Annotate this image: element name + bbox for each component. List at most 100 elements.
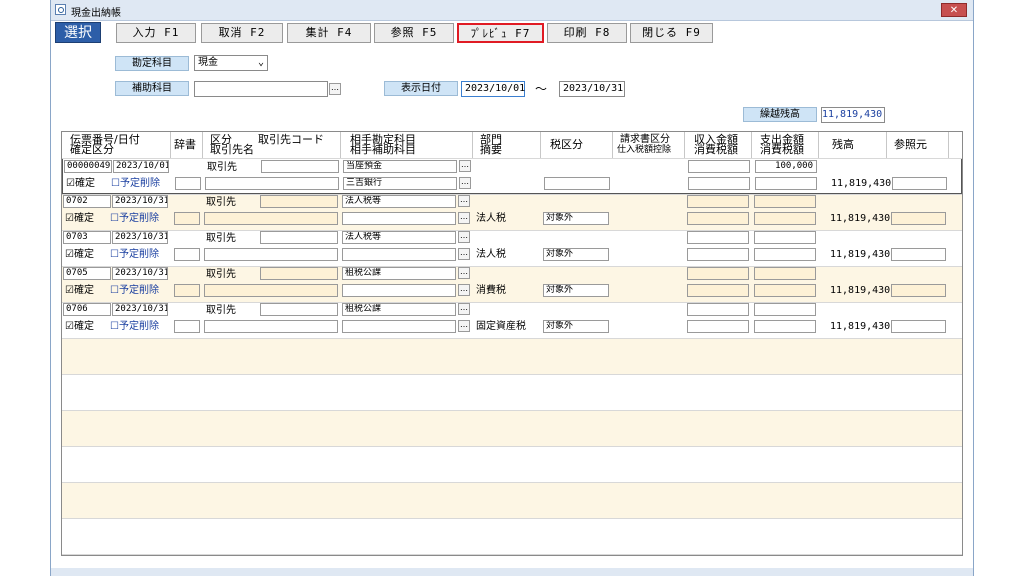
select-button[interactable]: 選択 (55, 22, 101, 43)
confirm-checkbox[interactable]: ☑確定 (65, 285, 94, 297)
dict-field[interactable] (174, 284, 200, 297)
sub-lookup-button[interactable]: … (459, 177, 471, 189)
income-tax-field[interactable] (687, 212, 749, 225)
slip-number[interactable]: 00000049 (64, 160, 112, 173)
sub-account-lookup-button[interactable]: … (329, 83, 341, 95)
expense-field[interactable] (754, 195, 816, 208)
expense-tax-field[interactable] (754, 212, 816, 225)
preview-button[interactable]: ﾌﾟﾚﾋﾞｭ F7 (457, 23, 544, 43)
partner-code-field[interactable] (260, 303, 338, 316)
reference-button[interactable]: 参照 F5 (374, 23, 454, 43)
slip-number[interactable]: 0703 (63, 231, 111, 244)
income-tax-field[interactable] (687, 320, 749, 333)
counter-sub-account[interactable] (342, 320, 456, 333)
date-from-input[interactable]: 2023/10/01 (461, 81, 525, 97)
expense-field[interactable] (754, 231, 816, 244)
sub-lookup-button[interactable]: … (458, 248, 470, 260)
plan-delete-checkbox[interactable]: ☐予定削除 (111, 178, 160, 190)
table-row[interactable]: 0706 2023/10/31 ☑確定 ☐予定削除 取引先 租税公課 … … 固… (62, 302, 962, 338)
income-field[interactable] (688, 160, 750, 173)
tax-field[interactable]: 対象外 (543, 212, 609, 225)
plan-delete-checkbox[interactable]: ☐予定削除 (110, 321, 159, 333)
reference-field[interactable] (891, 248, 946, 261)
income-field[interactable] (687, 303, 749, 316)
counter-sub-account[interactable] (342, 212, 456, 225)
plan-delete-checkbox[interactable]: ☐予定削除 (110, 249, 159, 261)
income-field[interactable] (687, 267, 749, 280)
partner-name-field[interactable] (204, 248, 338, 261)
counter-sub-account[interactable] (342, 248, 456, 261)
account-lookup-button[interactable]: … (459, 160, 471, 172)
income-tax-field[interactable] (687, 248, 749, 261)
expense-tax-field[interactable] (754, 320, 816, 333)
counter-sub-account[interactable]: 三吉銀行 (343, 177, 457, 190)
table-row[interactable]: 0705 2023/10/31 ☑確定 ☐予定削除 取引先 租税公課 … … 消… (62, 266, 962, 302)
account-lookup-button[interactable]: … (458, 267, 470, 279)
slip-number[interactable]: 0705 (63, 267, 111, 280)
dict-field[interactable] (174, 212, 200, 225)
income-tax-field[interactable] (688, 177, 750, 190)
tax-field[interactable]: 対象外 (543, 248, 609, 261)
cancel-button[interactable]: 取消 F2 (201, 23, 283, 43)
counter-account[interactable]: 法人税等 (342, 195, 456, 208)
dict-field[interactable] (174, 320, 200, 333)
reference-field[interactable] (892, 177, 947, 190)
slip-date[interactable]: 2023/10/01 (113, 160, 169, 173)
expense-field[interactable] (754, 267, 816, 280)
income-field[interactable] (687, 195, 749, 208)
expense-field[interactable] (754, 303, 816, 316)
reference-field[interactable] (891, 212, 946, 225)
slip-number[interactable]: 0702 (63, 195, 111, 208)
income-field[interactable] (687, 231, 749, 244)
close-button[interactable]: ✕ (941, 3, 967, 17)
sub-account-input[interactable] (194, 81, 328, 97)
sub-lookup-button[interactable]: … (458, 212, 470, 224)
counter-account[interactable]: 当座預金 (343, 160, 457, 173)
account-lookup-button[interactable]: … (458, 231, 470, 243)
dict-field[interactable] (175, 177, 201, 190)
table-row[interactable]: 0703 2023/10/31 ☑確定 ☐予定削除 取引先 法人税等 … … 法… (62, 230, 962, 266)
confirm-checkbox[interactable]: ☑確定 (66, 178, 95, 190)
partner-code-field[interactable] (260, 231, 338, 244)
expense-tax-field[interactable] (754, 284, 816, 297)
slip-number[interactable]: 0706 (63, 303, 111, 316)
counter-account[interactable]: 租税公課 (342, 303, 456, 316)
account-select[interactable]: 現金 ⌄ (194, 55, 268, 71)
date-to-input[interactable]: 2023/10/31 (559, 81, 625, 97)
tax-field[interactable]: 対象外 (543, 320, 609, 333)
partner-code-field[interactable] (261, 160, 339, 173)
partner-name-field[interactable] (204, 284, 338, 297)
table-row[interactable]: 0702 2023/10/31 ☑確定 ☐予定削除 取引先 法人税等 … … 法… (62, 194, 962, 230)
table-row[interactable]: 00000049 2023/10/01 ☑確定 ☐予定削除 取引先 当座預金 …… (62, 158, 962, 194)
partner-name-field[interactable] (205, 177, 339, 190)
reference-field[interactable] (891, 320, 946, 333)
dict-field[interactable] (174, 248, 200, 261)
plan-delete-checkbox[interactable]: ☐予定削除 (110, 285, 159, 297)
tax-field[interactable]: 対象外 (543, 284, 609, 297)
sub-lookup-button[interactable]: … (458, 320, 470, 332)
print-button[interactable]: 印刷 F8 (547, 23, 627, 43)
reference-field[interactable] (891, 284, 946, 297)
income-tax-field[interactable] (687, 284, 749, 297)
expense-tax-field[interactable] (754, 248, 816, 261)
input-button[interactable]: 入力 F1 (116, 23, 196, 43)
plan-delete-checkbox[interactable]: ☐予定削除 (110, 213, 159, 225)
partner-code-field[interactable] (260, 195, 338, 208)
slip-date[interactable]: 2023/10/31 (112, 267, 168, 280)
account-lookup-button[interactable]: … (458, 195, 470, 207)
partner-code-field[interactable] (260, 267, 338, 280)
close-f9-button[interactable]: 閉じる F9 (630, 23, 713, 43)
confirm-checkbox[interactable]: ☑確定 (65, 249, 94, 261)
sub-lookup-button[interactable]: … (458, 284, 470, 296)
counter-account[interactable]: 法人税等 (342, 231, 456, 244)
slip-date[interactable]: 2023/10/31 (112, 303, 168, 316)
confirm-checkbox[interactable]: ☑確定 (65, 213, 94, 225)
confirm-checkbox[interactable]: ☑確定 (65, 321, 94, 333)
slip-date[interactable]: 2023/10/31 (112, 195, 168, 208)
summary-button[interactable]: 集計 F4 (287, 23, 371, 43)
tax-field[interactable] (544, 177, 610, 190)
expense-tax-field[interactable] (755, 177, 817, 190)
counter-account[interactable]: 租税公課 (342, 267, 456, 280)
partner-name-field[interactable] (204, 320, 338, 333)
slip-date[interactable]: 2023/10/31 (112, 231, 168, 244)
